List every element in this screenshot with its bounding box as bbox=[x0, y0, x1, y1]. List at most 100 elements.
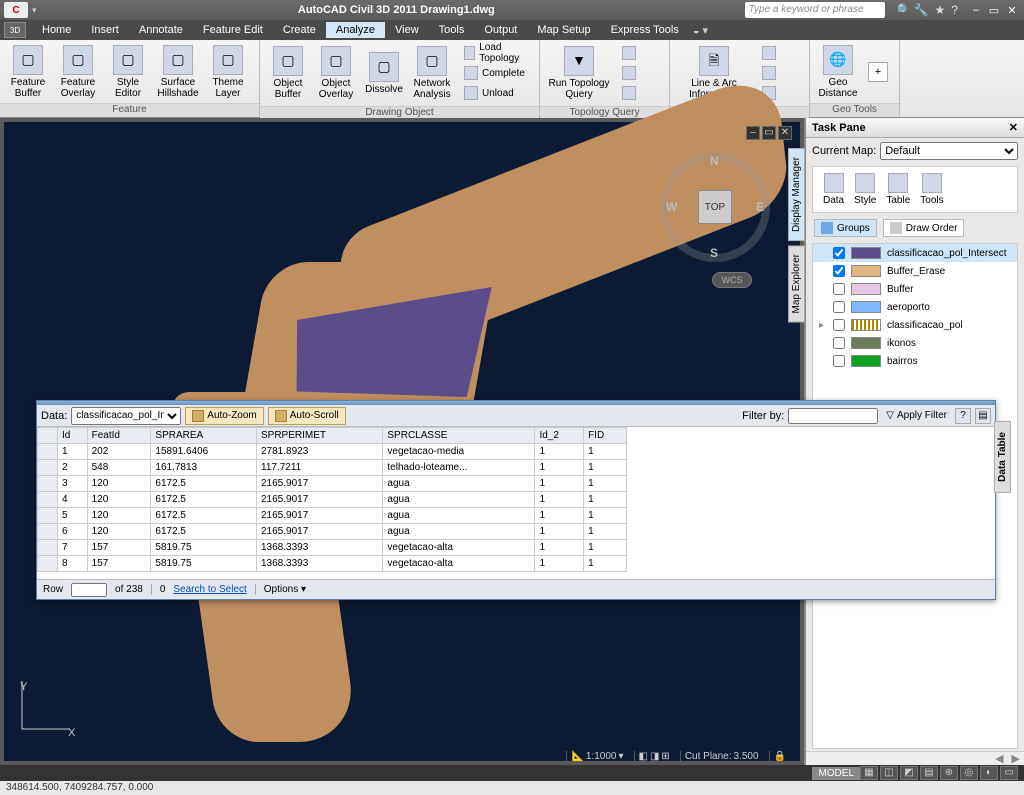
row-input[interactable] bbox=[71, 583, 107, 597]
run-topology-query-button[interactable]: ▼ Run Topology Query bbox=[544, 44, 614, 102]
menu-insert[interactable]: Insert bbox=[81, 22, 129, 38]
table-row[interactable]: 2548161.7813117.7211telhado-loteame...11 bbox=[38, 460, 627, 476]
object-buffer-button[interactable]: ▢Object Buffer bbox=[264, 44, 312, 102]
table-row[interactable]: 41206172.52165.9017agua11 bbox=[38, 492, 627, 508]
help-button[interactable]: ? bbox=[955, 408, 971, 424]
table-row[interactable]: 51206172.52165.9017agua11 bbox=[38, 508, 627, 524]
layer-bairros[interactable]: bairros bbox=[813, 352, 1017, 370]
table-row[interactable]: 81575819.751368.3393vegetacao-alta11 bbox=[38, 556, 627, 572]
model-button[interactable]: MODEL bbox=[812, 767, 860, 780]
vc1[interactable]: ◧ bbox=[639, 751, 648, 762]
unload-button[interactable]: Unload bbox=[460, 84, 533, 102]
topo-small-2[interactable] bbox=[618, 64, 640, 82]
auto-zoom-toggle[interactable]: Auto-Zoom bbox=[185, 407, 263, 425]
menu-express-tools[interactable]: Express Tools bbox=[601, 22, 689, 38]
star-icon[interactable]: ★ bbox=[935, 3, 946, 17]
vc3[interactable]: ⊞ bbox=[661, 751, 669, 762]
sb-8[interactable]: ▭ bbox=[1000, 766, 1018, 780]
maximize-button[interactable]: ▭ bbox=[986, 4, 1002, 17]
layer-classificacao-pol[interactable]: ▸classificacao_pol bbox=[813, 316, 1017, 334]
load-topology-button[interactable]: Load Topology bbox=[460, 44, 533, 62]
menu-output[interactable]: Output bbox=[474, 22, 527, 38]
scale-icon[interactable]: 📐 bbox=[571, 751, 583, 762]
view-cube[interactable]: TOP N S W E bbox=[660, 152, 770, 262]
auto-scroll-toggle[interactable]: Auto-Scroll bbox=[268, 407, 346, 425]
sb-2[interactable]: ◫ bbox=[880, 766, 898, 780]
dissolve-button[interactable]: ▢Dissolve bbox=[360, 44, 408, 102]
col-SPRPERIMET[interactable]: SPRPERIMET bbox=[257, 428, 383, 444]
sb-7[interactable]: ◐ bbox=[980, 766, 998, 780]
topo-small-3[interactable] bbox=[618, 84, 640, 102]
task-table-button[interactable]: Table bbox=[886, 173, 910, 206]
current-map-select[interactable]: Default bbox=[880, 142, 1018, 160]
col-Id_2[interactable]: Id_2 bbox=[535, 428, 584, 444]
menu-overflow[interactable]: ◒ ▾ bbox=[693, 24, 708, 37]
app-logo[interactable]: C bbox=[4, 2, 28, 18]
menu-analyze[interactable]: Analyze bbox=[326, 22, 385, 38]
minimize-button[interactable]: – bbox=[968, 4, 984, 17]
filter-input[interactable] bbox=[788, 408, 878, 424]
inquiry-small-2[interactable] bbox=[758, 64, 780, 82]
data-grid[interactable]: IdFeatIdSPRAREASPRPERIMETSPRCLASSEId_2FI… bbox=[37, 427, 995, 579]
tab-map-explorer[interactable]: Map Explorer bbox=[788, 245, 805, 322]
wcs-badge[interactable]: WCS bbox=[712, 272, 752, 288]
topo-small-1[interactable] bbox=[618, 44, 640, 62]
add-panel-button[interactable]: + bbox=[868, 62, 888, 82]
theme-layer-button[interactable]: ▢Theme Layer bbox=[204, 43, 252, 101]
search-input[interactable]: Type a keyword or phrase bbox=[745, 2, 885, 18]
col-FeatId[interactable]: FeatId bbox=[87, 428, 151, 444]
binoculars-icon[interactable]: 🔎 bbox=[893, 3, 908, 17]
feature-buffer-button[interactable]: ▢Feature Buffer bbox=[4, 43, 52, 101]
layer-aeroporto[interactable]: aeroporto bbox=[813, 298, 1017, 316]
menu-create[interactable]: Create bbox=[273, 22, 326, 38]
geo-distance-button[interactable]: 🌐 Geo Distance bbox=[814, 43, 862, 101]
tab-groups[interactable]: Groups bbox=[814, 219, 877, 237]
sb-5[interactable]: ⊕ bbox=[940, 766, 958, 780]
menu-annotate[interactable]: Annotate bbox=[129, 22, 193, 38]
datatable-menu[interactable]: ▤ bbox=[975, 408, 991, 424]
sb-1[interactable]: ▦ bbox=[860, 766, 878, 780]
sb-6[interactable]: ◎ bbox=[960, 766, 978, 780]
menu-view[interactable]: View bbox=[385, 22, 429, 38]
tab-data-table[interactable]: Data Table bbox=[994, 421, 1011, 493]
col-SPRCLASSE[interactable]: SPRCLASSE bbox=[383, 428, 535, 444]
object-overlay-button[interactable]: ▢Object Overlay bbox=[312, 44, 360, 102]
canvas-maximize[interactable]: ▭ bbox=[762, 126, 776, 140]
app-menu-dropdown[interactable]: ▾ bbox=[32, 5, 42, 16]
help-icon[interactable]: ? bbox=[951, 3, 958, 17]
col-SPRAREA[interactable]: SPRAREA bbox=[151, 428, 257, 444]
close-button[interactable]: ✕ bbox=[1004, 4, 1020, 17]
workspace-icon[interactable]: 3D bbox=[4, 22, 26, 38]
task-pane-close[interactable]: ✕ bbox=[1009, 121, 1018, 134]
surface-hillshade-button[interactable]: ▢Surface Hillshade bbox=[154, 43, 202, 101]
vc2[interactable]: ◨ bbox=[650, 751, 659, 762]
sb-3[interactable]: ◩ bbox=[900, 766, 918, 780]
menu-tools[interactable]: Tools bbox=[429, 22, 475, 38]
inquiry-small-1[interactable] bbox=[758, 44, 780, 62]
tab-display-manager[interactable]: Display Manager bbox=[788, 148, 805, 241]
dataset-select[interactable]: classificacao_pol_Int bbox=[71, 407, 181, 425]
layer-buffer[interactable]: Buffer bbox=[813, 280, 1017, 298]
tab-draw-order[interactable]: Draw Order bbox=[883, 219, 965, 237]
table-row[interactable]: 31206172.52165.9017agua11 bbox=[38, 476, 627, 492]
canvas-close[interactable]: ✕ bbox=[778, 126, 792, 140]
wrench-icon[interactable]: 🔧 bbox=[914, 3, 929, 17]
lock-icon[interactable]: 🔒 bbox=[774, 751, 786, 762]
table-row[interactable]: 71575819.751368.3393vegetacao-alta11 bbox=[38, 540, 627, 556]
apply-filter-button[interactable]: ▽Apply Filter bbox=[882, 409, 951, 422]
canvas-minimize[interactable]: – bbox=[746, 126, 760, 140]
task-style-button[interactable]: Style bbox=[854, 173, 876, 206]
task-data-button[interactable]: Data bbox=[823, 173, 844, 206]
menu-map-setup[interactable]: Map Setup bbox=[527, 22, 600, 38]
style-editor-button[interactable]: ▢Style Editor bbox=[104, 43, 152, 101]
menu-feature-edit[interactable]: Feature Edit bbox=[193, 22, 273, 38]
complete-button[interactable]: Complete bbox=[460, 64, 533, 82]
feature-overlay-button[interactable]: ▢Feature Overlay bbox=[54, 43, 102, 101]
layer-classificacao-pol-intersect[interactable]: classificacao_pol_Intersect bbox=[813, 244, 1017, 262]
layer-ikonos[interactable]: ikonos bbox=[813, 334, 1017, 352]
col-Id[interactable]: Id bbox=[58, 428, 88, 444]
col-row[interactable] bbox=[38, 428, 58, 444]
network-analysis-button[interactable]: ▢Network Analysis bbox=[408, 44, 456, 102]
table-row[interactable]: 120215891.64062781.8923vegetacao-media11 bbox=[38, 444, 627, 460]
menu-home[interactable]: Home bbox=[32, 22, 81, 38]
